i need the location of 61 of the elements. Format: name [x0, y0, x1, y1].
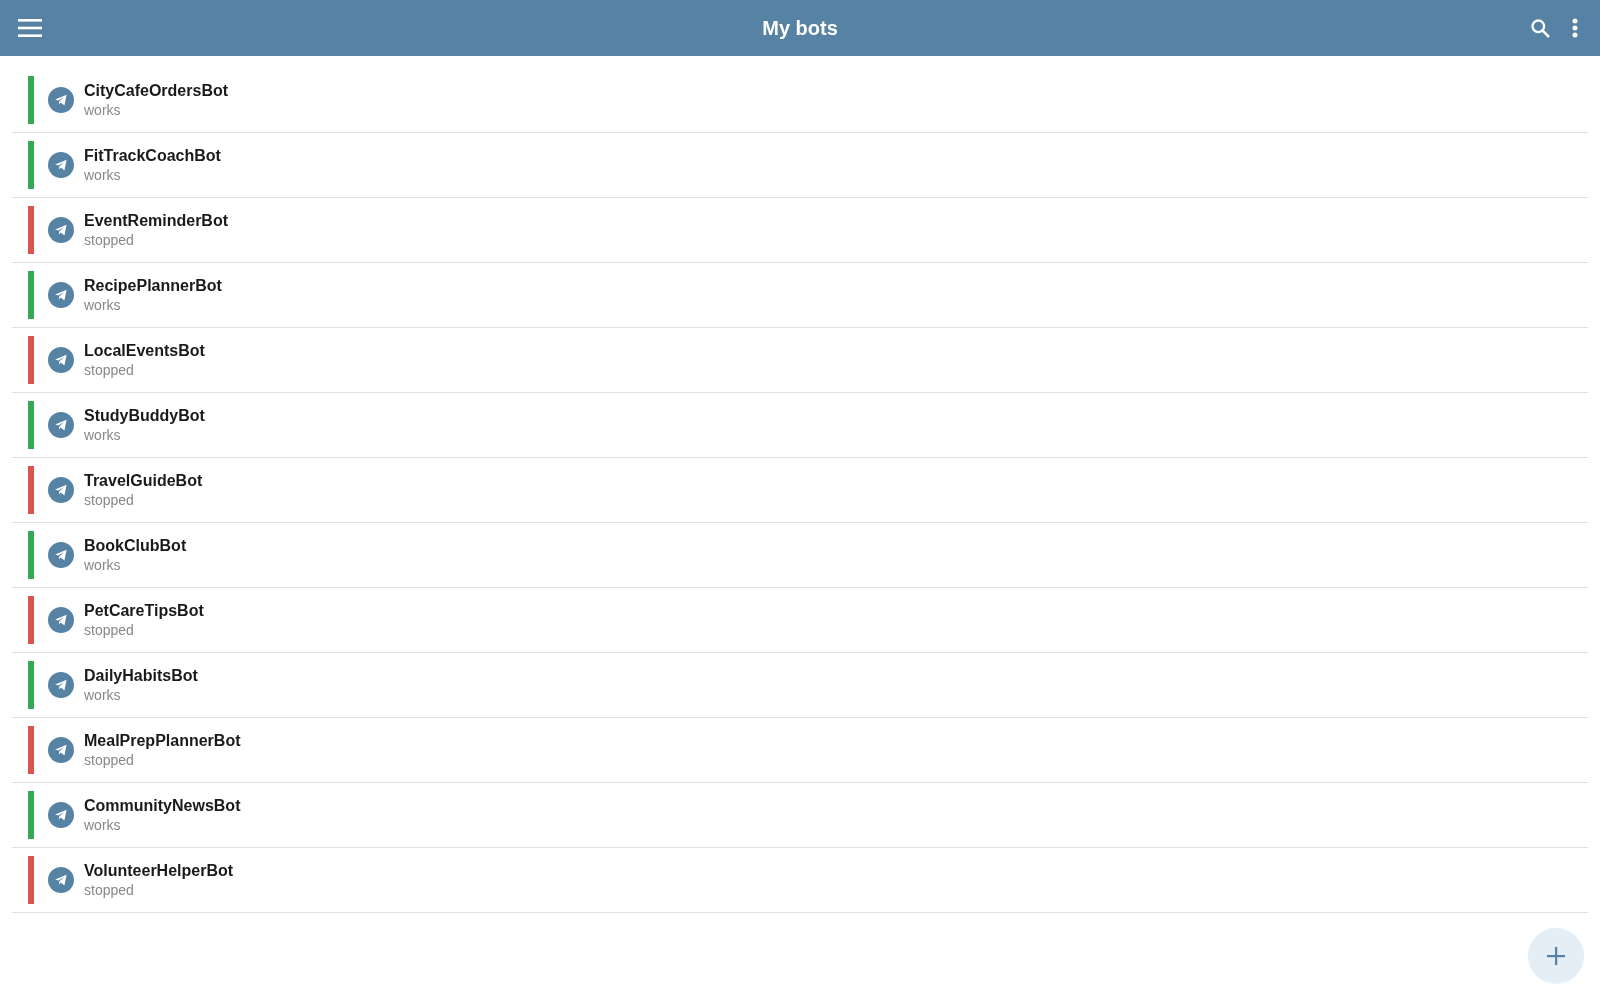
menu-icon: [18, 19, 42, 37]
plus-icon: [1547, 947, 1565, 965]
bot-name: DailyHabitsBot: [84, 666, 198, 685]
bot-list-item[interactable]: CityCafeOrdersBot works: [12, 68, 1588, 133]
paper-plane-icon: [48, 672, 74, 698]
bot-list-item[interactable]: MealPrepPlannerBot stopped: [12, 718, 1588, 783]
paper-plane-icon: [48, 412, 74, 438]
bot-status: stopped: [84, 232, 135, 249]
bot-list-item[interactable]: EventReminderBot stopped: [12, 198, 1588, 263]
search-icon: [1531, 18, 1550, 38]
bot-status: stopped: [84, 362, 135, 379]
bot-status: stopped: [84, 622, 135, 639]
bot-list-item[interactable]: TravelGuideBot stopped: [12, 458, 1588, 523]
menu-button[interactable]: [18, 16, 42, 40]
bot-list-item[interactable]: CommunityNewsBot works: [12, 783, 1588, 848]
bot-status: stopped: [84, 752, 135, 769]
search-button[interactable]: [1531, 16, 1550, 40]
bot-name: MealPrepPlannerBot: [84, 731, 241, 750]
app-bar-title: My bots: [762, 16, 838, 40]
paper-plane-icon: [48, 282, 74, 308]
bot-status: works: [84, 167, 122, 184]
bot-status: works: [84, 557, 122, 574]
paper-plane-icon: [48, 737, 74, 763]
bot-name: LocalEventsBot: [84, 341, 205, 360]
paper-plane-icon: [48, 867, 74, 893]
bot-status: stopped: [84, 882, 135, 899]
more-button[interactable]: [1572, 16, 1578, 40]
bot-name: PetCareTipsBot: [84, 601, 204, 620]
bot-list-item[interactable]: LocalEventsBot stopped: [12, 328, 1588, 393]
bot-name: VolunteerHelperBot: [84, 861, 234, 880]
bot-name: StudyBuddyBot: [84, 406, 205, 425]
bot-name: BookClubBot: [84, 536, 187, 555]
bot-status: works: [84, 427, 122, 444]
bot-name: EventReminderBot: [84, 211, 229, 230]
paper-plane-icon: [48, 542, 74, 568]
paper-plane-icon: [48, 152, 74, 178]
paper-plane-icon: [48, 607, 74, 633]
bot-status: works: [84, 687, 122, 704]
bot-status: works: [84, 102, 122, 119]
bot-name: FitTrackCoachBot: [84, 146, 221, 165]
bot-list-item[interactable]: DailyHabitsBot works: [12, 653, 1588, 718]
bot-name: RecipePlannerBot: [84, 276, 222, 295]
bot-name: CityCafeOrdersBot: [84, 81, 229, 100]
bot-name: TravelGuideBot: [84, 471, 203, 490]
bot-list-item[interactable]: RecipePlannerBot works: [12, 263, 1588, 328]
more-vertical-icon: [1572, 18, 1578, 38]
bot-status: works: [84, 817, 122, 834]
bot-list-item[interactable]: PetCareTipsBot stopped: [12, 588, 1588, 653]
bot-status: stopped: [84, 492, 135, 509]
paper-plane-icon: [48, 477, 74, 503]
paper-plane-icon: [48, 217, 74, 243]
paper-plane-icon: [48, 347, 74, 373]
bot-name: CommunityNewsBot: [84, 796, 241, 815]
add-button[interactable]: [1528, 928, 1584, 984]
bot-list-item[interactable]: FitTrackCoachBot works: [12, 133, 1588, 198]
bot-list-item[interactable]: StudyBuddyBot works: [12, 393, 1588, 458]
paper-plane-icon: [48, 802, 74, 828]
bot-status: works: [84, 297, 122, 314]
paper-plane-icon: [48, 87, 74, 113]
bot-list-item[interactable]: BookClubBot works: [12, 523, 1588, 588]
bot-list-item[interactable]: VolunteerHelperBot stopped: [12, 848, 1588, 913]
